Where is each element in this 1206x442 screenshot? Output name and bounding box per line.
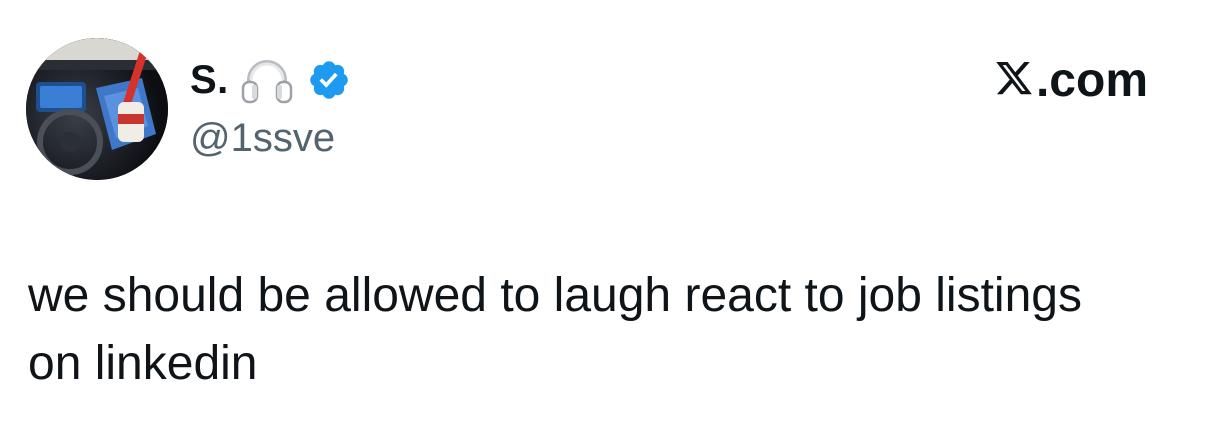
profile-photo: [26, 38, 168, 180]
avatar[interactable]: [26, 38, 168, 180]
author-handle[interactable]: @1ssve: [190, 118, 335, 158]
tweet-text: we should be allowed to laugh react to j…: [28, 269, 1082, 390]
brand-watermark: .com: [994, 56, 1148, 106]
author-name-row: S.: [190, 50, 351, 110]
brand-domain-suffix: .com: [1035, 54, 1148, 107]
verified-badge-icon[interactable]: [307, 58, 351, 102]
display-name[interactable]: S.: [190, 60, 229, 100]
headphones-icon: [239, 52, 295, 108]
x-logo-icon: [994, 62, 1034, 100]
